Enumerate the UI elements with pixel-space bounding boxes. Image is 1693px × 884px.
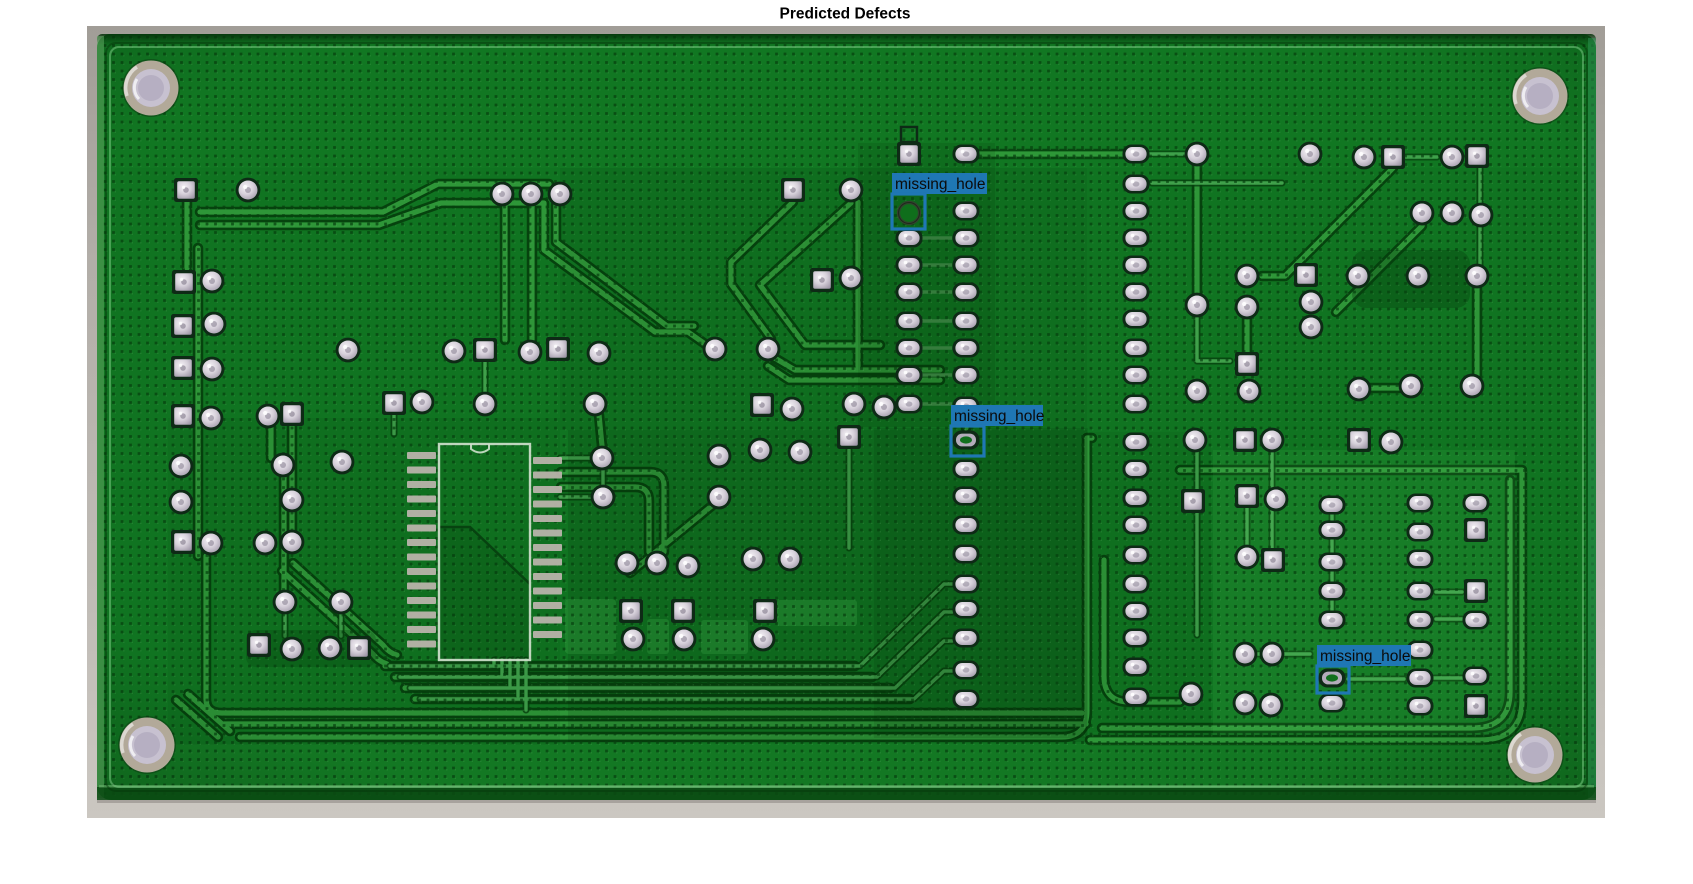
svg-text:Predicted Defects: Predicted Defects — [780, 6, 911, 23]
svg-text:missing_hole: missing_hole — [895, 176, 985, 193]
svg-text:missing_hole: missing_hole — [954, 408, 1044, 425]
svg-text:missing_hole: missing_hole — [1320, 648, 1410, 665]
